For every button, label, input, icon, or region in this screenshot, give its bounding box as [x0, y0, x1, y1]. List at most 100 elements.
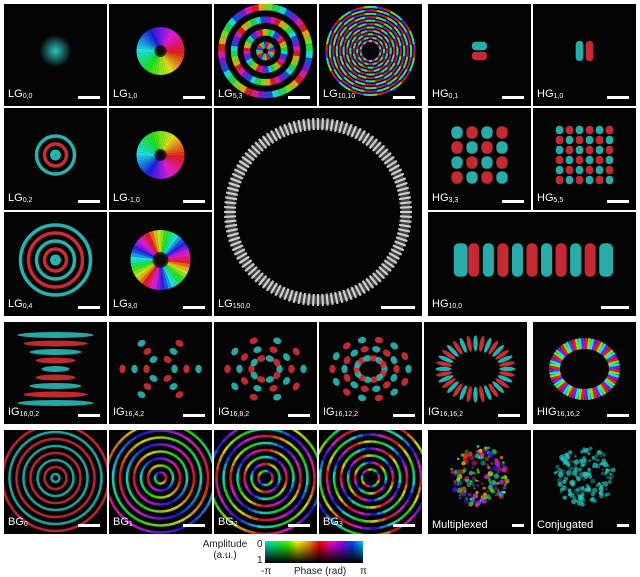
bessel-ring-arc: [169, 491, 174, 497]
bessel-ring-arc: [365, 484, 369, 488]
bessel-ring-arc: [184, 482, 188, 488]
bessel-ring-arc: [253, 442, 260, 447]
speckle-grain: [587, 452, 591, 456]
lg-ring-arc: [375, 82, 382, 86]
lg-ring-arc: [353, 42, 357, 47]
bessel-ring-arc: [215, 486, 221, 496]
bessel-ring-arc: [269, 488, 274, 493]
speckle-grain: [592, 465, 595, 469]
panel-label: LG1,0: [113, 88, 137, 103]
bessel-ring-arc: [169, 451, 175, 457]
lg-ring-arc: [363, 37, 367, 41]
hg-lobe: [595, 145, 604, 155]
bessel-ring: [36, 458, 75, 498]
bessel-ring-arc: [233, 434, 242, 442]
ring-fringe: [224, 215, 237, 219]
hig-ring-segment: [606, 354, 618, 362]
bessel-ring-arc: [349, 488, 355, 494]
bessel-ring-arc: [142, 487, 147, 492]
speckle-grain: [476, 479, 479, 483]
bessel-ring-arc: [184, 468, 188, 474]
speckle-grain: [472, 493, 479, 499]
lg-ring-arc: [255, 64, 261, 72]
bessel-ring-arc: [325, 502, 333, 512]
hg-lobe: [466, 141, 478, 154]
bessel-ring-arc: [284, 525, 295, 532]
lg-ring-arc: [361, 75, 367, 79]
ring-fringe: [307, 118, 311, 131]
hg-lobe: [575, 145, 584, 155]
bessel-ring-arc: [265, 441, 272, 445]
bessel-ring-arc: [336, 505, 344, 513]
lg-ring-arc: [379, 77, 385, 81]
ig-lobe: [288, 364, 295, 374]
bessel-ring-arc: [160, 509, 167, 513]
bessel-ring-arc: [124, 451, 131, 459]
lg-ring-arc: [277, 57, 286, 64]
ig-lobe: [169, 347, 178, 355]
bessel-ring-arc: [389, 526, 400, 534]
lg-ring-arc: [388, 53, 392, 58]
lg-ring-arc: [247, 59, 255, 67]
lg-ring-arc: [279, 55, 287, 61]
bessel-ring-arc: [180, 508, 188, 515]
bessel-ring-arc: [333, 484, 338, 491]
panel-label-subscript: 3: [338, 521, 343, 528]
vortex-core: [154, 45, 167, 57]
bessel-ring-arc: [397, 505, 405, 513]
lg-ring-arc: [385, 69, 391, 74]
panel-label: LG0,2: [8, 192, 32, 207]
bessel-ring-arc: [359, 504, 366, 509]
lg-ring-arc: [301, 63, 311, 73]
bessel-ring-arc: [275, 484, 279, 488]
ig-lobe: [382, 381, 391, 389]
speckle-grain: [574, 455, 577, 458]
lg-ring-arc: [374, 26, 379, 30]
speckle-grain: [553, 471, 557, 475]
lg-ring-arc: [387, 41, 391, 46]
bessel-ring-arc: [146, 473, 150, 477]
bessel-ring-arc: [274, 450, 281, 455]
bessel-ring-arc: [296, 498, 303, 506]
bessel-ring-arc: [340, 467, 345, 474]
bessel-ring-arc: [270, 449, 276, 453]
hg-lobe: [575, 165, 584, 175]
lg-ring-arc: [351, 74, 358, 80]
lg-ring-arc: [385, 19, 392, 25]
hg-lobe: [565, 125, 574, 135]
bessel-ring-arc: [185, 503, 193, 511]
bessel-ring-arc: [224, 491, 231, 500]
bessel-ring-arc: [396, 467, 401, 474]
bessel-ring-arc: [118, 477, 122, 486]
bessel-ring-arc: [195, 446, 203, 455]
lg-ring-arc: [389, 85, 397, 92]
lg-ring-arc: [333, 68, 339, 76]
bessel-ring-arc: [136, 432, 145, 438]
panel-hg33: HG3,3: [428, 108, 531, 210]
bessel-ring-arc: [278, 460, 283, 466]
lg-ring-arc: [354, 80, 361, 85]
bessel-ring-arc: [190, 483, 195, 490]
hig-ring-segment: [550, 357, 562, 364]
lg-ring-arc: [350, 28, 356, 33]
lg-ring-arc: [393, 70, 399, 76]
lg-ring-arc: [359, 82, 366, 86]
lg-ring-arc: [353, 62, 357, 67]
hig-ring-segment: [604, 351, 616, 361]
bessel-ring-arc: [152, 523, 161, 527]
bessel-ring-arc: [388, 466, 393, 471]
hig-ring-segment: [593, 340, 601, 352]
hig-ring-segment: [600, 344, 610, 356]
bessel-ring-arc: [397, 495, 404, 503]
bessel-ring-arc: [405, 471, 409, 479]
bessel-ring-arc: [112, 461, 118, 470]
panel-label-subscript: 16,0,2: [19, 411, 40, 418]
bessel-ring-arc: [200, 453, 207, 463]
bessel-ring-arc: [305, 477, 309, 486]
speckle-grain: [471, 460, 477, 466]
lg-ring-arc: [375, 19, 381, 24]
lg-ring-arc: [408, 64, 414, 72]
lg-ring-arc: [379, 58, 383, 62]
hig-ring-segment: [601, 346, 612, 357]
bessel-ring-arc: [268, 456, 274, 460]
